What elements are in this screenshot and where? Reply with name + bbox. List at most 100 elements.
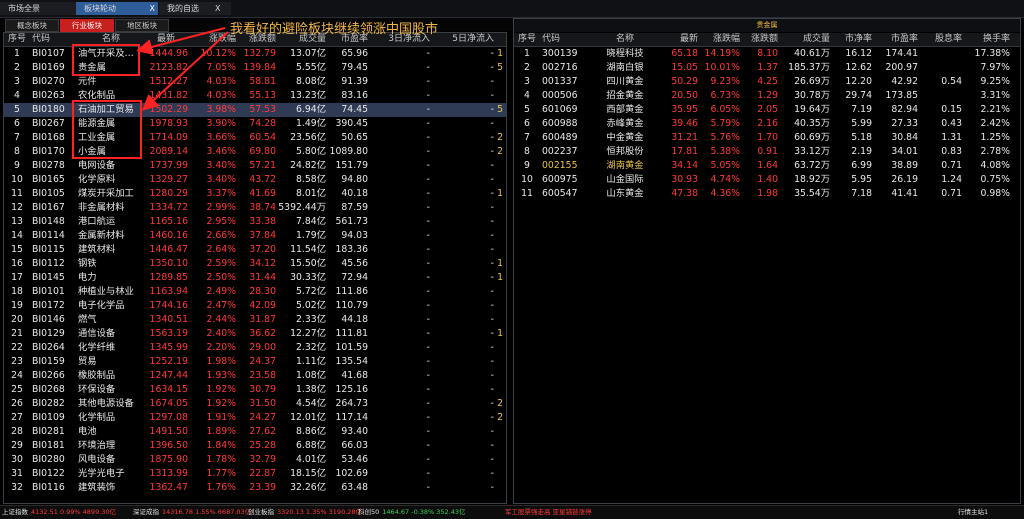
table-row[interactable]: 2 002716 湖南白银 15.05 10.01% 1.37 185.37万 12.62 20… bbox=[514, 61, 1020, 75]
col-volume-cell: 18.92万 bbox=[794, 174, 830, 185]
table-row[interactable]: 18 BI0101 种植业与林业 1163.94 2.49% 28.30 5.72亿 111.… bbox=[4, 285, 506, 299]
table-row[interactable]: 6 600988 赤峰黄金 39.46 5.79% 2.16 40.35万 5.99 27.33… bbox=[514, 117, 1020, 131]
table-row[interactable]: 4 000506 招金黄金 20.50 6.73% 1.29 30.78万 29.74 173.… bbox=[514, 89, 1020, 103]
table-row[interactable]: 15 BI0115 建筑材料 1446.47 2.64% 37.20 11.54亿 183.3… bbox=[4, 243, 506, 257]
col-code-cell: BI0281 bbox=[32, 426, 65, 437]
table-row[interactable]: 20 BI0146 燃气 1340.51 2.44% 31.87 2.33亿 44.18 - - bbox=[4, 313, 506, 327]
header-col-index[interactable]: 序号 bbox=[8, 33, 26, 46]
table-row[interactable]: 27 BI0109 化学制品 1297.08 1.91% 24.27 12.01亿 117.1… bbox=[4, 411, 506, 425]
table-row[interactable]: 3 001337 四川黄金 50.29 9.23% 4.25 26.69万 12.20 42.9… bbox=[514, 75, 1020, 89]
tab-sector-rotation[interactable]: 板块轮动 X bbox=[76, 2, 158, 15]
right-edge-cell: 2 bbox=[497, 132, 503, 143]
col-latest-cell: 1163.94 bbox=[149, 286, 188, 297]
header-col-change-amt[interactable]: 涨跌额 bbox=[740, 33, 778, 46]
col-name-cell: 元件 bbox=[78, 76, 97, 87]
table-row[interactable]: 11 600547 山东黄金 47.38 4.36% 1.98 35.54万 7.18 41.4… bbox=[514, 187, 1020, 201]
col-3d-inflow-cell: - bbox=[426, 440, 430, 451]
col-index-cell: 28 bbox=[11, 426, 23, 437]
table-row[interactable]: 1 300139 晓程科技 65.18 14.19% 8.10 40.61万 16.12 174… bbox=[514, 47, 1020, 61]
tab-concept-sector[interactable]: 概念板块 bbox=[5, 19, 59, 32]
subtab-label: 概念板块 bbox=[17, 21, 47, 30]
col-code-cell: BI0268 bbox=[32, 384, 65, 395]
header-col-code[interactable]: 代码 bbox=[542, 33, 582, 46]
header-col-pe[interactable]: 市盈率 bbox=[872, 33, 918, 46]
header-col-name[interactable]: 名称 bbox=[594, 33, 656, 46]
tab-region-sector[interactable]: 地区板块 bbox=[115, 19, 169, 32]
table-row[interactable]: 12 BI0167 非金属材料 1334.72 2.99% 38.74 5392.44万 87… bbox=[4, 201, 506, 215]
col-dividend-cell bbox=[918, 47, 962, 61]
table-row[interactable]: 32 BI0116 建筑装饰 1362.47 1.76% 23.39 32.26亿 63.48… bbox=[4, 481, 506, 495]
table-row[interactable]: 21 BI0129 通信设备 1563.19 2.40% 36.62 12.27亿 111.8… bbox=[4, 327, 506, 341]
right-edge-cell: 1 bbox=[497, 48, 503, 59]
col-code-cell: BI0116 bbox=[32, 482, 65, 493]
table-row[interactable]: 10 600975 山金国际 30.93 4.74% 1.40 18.92万 5.95 26.1… bbox=[514, 173, 1020, 187]
status-item[interactable]: 科创50 1464.67 -0.38% 352.43亿 bbox=[358, 506, 466, 519]
table-row[interactable]: 13 BI0148 港口航运 1165.16 2.95% 33.38 7.84亿 561.73… bbox=[4, 215, 506, 229]
col-code-cell: BI0278 bbox=[32, 160, 65, 171]
table-row[interactable]: 29 BI0181 环境治理 1396.50 1.84% 25.28 6.88亿 66.03 -… bbox=[4, 439, 506, 453]
col-change-amt-cell: 25.28 bbox=[249, 440, 276, 451]
table-row[interactable]: 7 600489 中金黄金 31.21 5.76% 1.70 60.69万 5.18 30.84… bbox=[514, 131, 1020, 145]
status-item[interactable]: 军工股票强走高 亚星锚链涨停 bbox=[505, 506, 592, 519]
close-tab-button[interactable]: X bbox=[212, 2, 227, 15]
table-row[interactable]: 19 BI0172 电子化学品 1744.16 2.47% 42.09 5.02亿 110.7… bbox=[4, 299, 506, 313]
header-col-pb[interactable]: 市净率 bbox=[830, 33, 872, 46]
table-row[interactable]: 8 002237 恒邦股份 17.81 5.38% 0.91 33.12万 2.19 34.01… bbox=[514, 145, 1020, 159]
col-5d-inflow-cell: - bbox=[490, 272, 494, 283]
table-row[interactable]: 16 BI0112 钢铁 1350.10 2.59% 34.12 15.50亿 45.56 - -… bbox=[4, 257, 506, 271]
right-edge-cell: 1 bbox=[497, 258, 503, 269]
header-col-5d-inflow[interactable]: 5日净流入 bbox=[430, 33, 494, 46]
header-col-change-pct[interactable]: 涨跌幅 bbox=[698, 33, 740, 46]
header-col-index[interactable]: 序号 bbox=[516, 33, 538, 46]
header-col-turnover[interactable]: 换手率 bbox=[962, 33, 1010, 46]
col-5d-inflow-cell: - bbox=[490, 482, 494, 493]
header-col-latest[interactable]: 最新 bbox=[144, 33, 188, 46]
col-volume-cell: 40.61万 bbox=[794, 48, 830, 59]
table-row[interactable]: 9 002155 湖南黄金 34.14 5.05% 1.64 63.72万 6.99 38.89… bbox=[514, 159, 1020, 173]
table-row[interactable]: 9 BI0278 电网设备 1737.99 3.40% 57.21 24.82亿 151.79… bbox=[4, 159, 506, 173]
table-row[interactable]: 31 BI0122 光学光电子 1313.99 1.77% 22.87 18.15亿 102.… bbox=[4, 467, 506, 481]
table-row[interactable]: 24 BI0266 橡胶制品 1247.44 1.93% 23.58 1.08亿 41.68 -… bbox=[4, 369, 506, 383]
tab-industry-sector[interactable]: 行业板块 bbox=[60, 19, 114, 32]
table-row[interactable]: 25 BI0268 环保设备 1634.15 1.92% 30.79 1.38亿 125.16… bbox=[4, 383, 506, 397]
col-volume-cell: 8.01亿 bbox=[296, 188, 326, 199]
col-change-amt-cell: 27.62 bbox=[249, 426, 276, 437]
col-pe-cell: 135.54 bbox=[335, 356, 368, 367]
col-code-cell: BI0280 bbox=[32, 454, 65, 465]
right-edge-cell bbox=[494, 481, 503, 495]
table-row[interactable]: 26 BI0282 其他电源设备 1674.05 1.92% 31.50 4.54亿 264.… bbox=[4, 397, 506, 411]
col-change-amt-cell: 38.74 bbox=[249, 202, 276, 213]
status-item[interactable]: 行情主站1 bbox=[958, 506, 988, 519]
col-index-cell: 12 bbox=[11, 202, 23, 213]
table-row[interactable]: 23 BI0159 贸易 1252.19 1.98% 24.37 1.11亿 135.54 - - bbox=[4, 355, 506, 369]
status-item[interactable]: 深证成指 14316.78 1.55% 6687.03亿 bbox=[133, 506, 251, 519]
table-row[interactable]: 14 BI0114 金属新材料 1460.16 2.66% 37.84 1.79亿 94.03… bbox=[4, 229, 506, 243]
col-turnover-cell: 0.98% bbox=[980, 188, 1010, 199]
col-index-cell: 11 bbox=[521, 188, 533, 199]
status-item[interactable]: 创业板指 3320.13 1.35% 3190.28亿 bbox=[248, 506, 362, 519]
col-change-amt-cell: 4.25 bbox=[757, 76, 778, 87]
col-change-pct-cell: 3.98% bbox=[206, 104, 236, 115]
col-pe-cell: 79.45 bbox=[341, 62, 368, 73]
table-row[interactable]: 10 BI0165 化学原料 1329.27 3.40% 43.72 8.58亿 94.80 -… bbox=[4, 173, 506, 187]
header-col-code[interactable]: 代码 bbox=[32, 33, 76, 46]
table-row[interactable]: 28 BI0281 电池 1491.50 1.89% 27.62 8.86亿 93.40 - - bbox=[4, 425, 506, 439]
table-row[interactable]: 3 BI0270 元件 1512.27 4.03% 58.81 8.08亿 91.39 - - bbox=[4, 75, 506, 89]
table-row[interactable]: 5 601069 西部黄金 35.95 6.05% 2.05 19.64万 7.19 82.94… bbox=[514, 103, 1020, 117]
header-col-latest[interactable]: 最新 bbox=[656, 33, 698, 46]
header-col-dividend[interactable]: 股息率 bbox=[918, 33, 962, 46]
status-item[interactable]: 上证指数 4132.51 0.99% 4899.30亿 bbox=[2, 506, 116, 519]
col-name-cell: 化学制品 bbox=[78, 412, 116, 423]
table-row[interactable]: 11 BI0105 煤炭开采加工 1280.29 3.37% 41.69 8.01亿 40.1… bbox=[4, 187, 506, 201]
col-latest-cell: 1446.47 bbox=[149, 244, 188, 255]
tab-market-overview[interactable]: 市场全景 bbox=[0, 2, 78, 15]
header-col-change-pct[interactable]: 涨跌幅 bbox=[188, 33, 236, 46]
col-turnover-cell: 1.25% bbox=[980, 132, 1010, 143]
col-change-amt-cell: 139.84 bbox=[243, 62, 276, 73]
header-col-volume[interactable]: 成交量 bbox=[778, 33, 830, 46]
close-icon[interactable]: X bbox=[150, 2, 155, 15]
col-pb-cell: 5.95 bbox=[851, 174, 872, 185]
table-row[interactable]: 17 BI0145 电力 1289.85 2.50% 31.44 30.33亿 72.94 - -… bbox=[4, 271, 506, 285]
table-row[interactable]: 30 BI0280 风电设备 1875.90 1.78% 32.79 4.01亿 53.46 -… bbox=[4, 453, 506, 467]
table-row[interactable]: 22 BI0264 化学纤维 1345.99 2.20% 29.00 2.32亿 101.59… bbox=[4, 341, 506, 355]
